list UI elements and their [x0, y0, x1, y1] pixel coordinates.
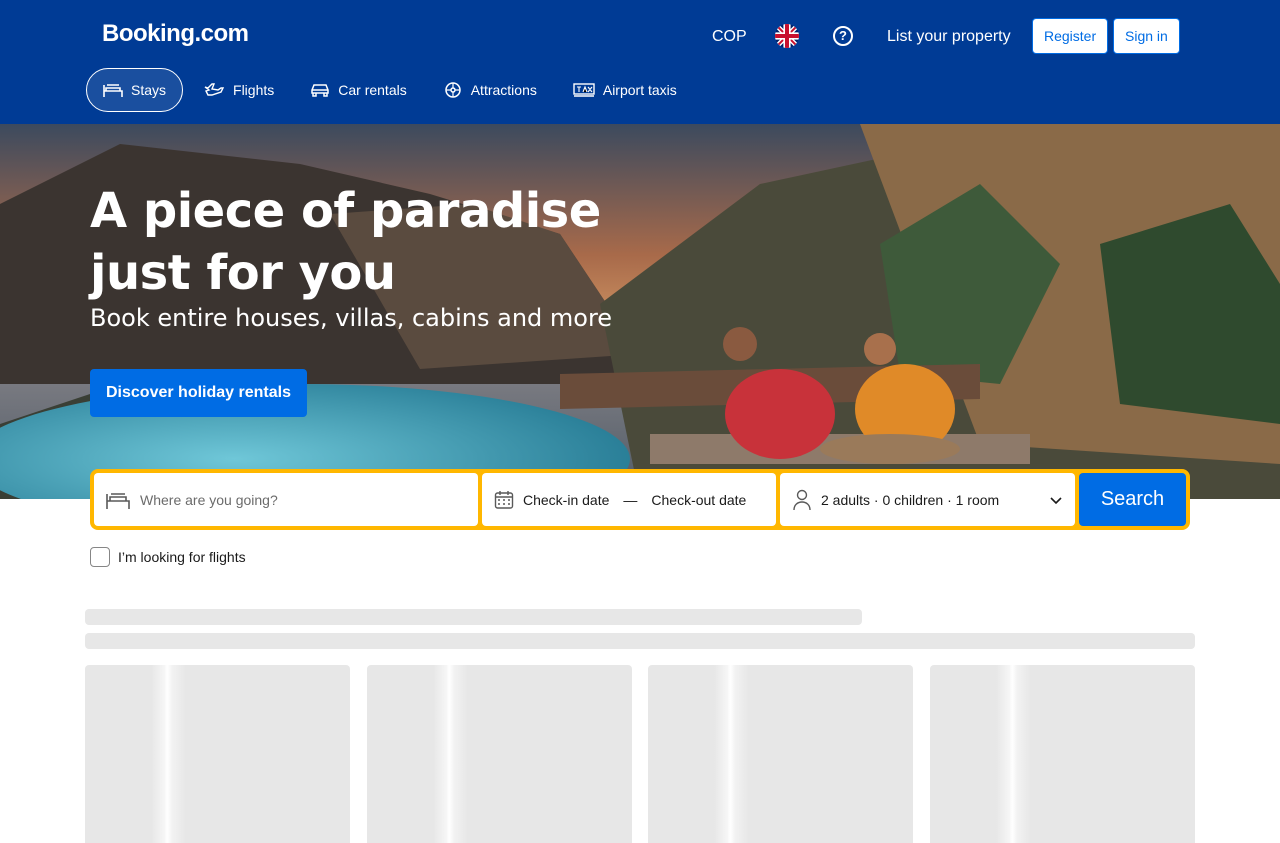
- car-icon: [311, 84, 329, 97]
- destination-field[interactable]: [94, 473, 478, 526]
- flights-checkbox-label: I’m looking for flights: [118, 549, 246, 565]
- uk-flag-icon[interactable]: [775, 24, 799, 48]
- top-header: Booking.com COP ? List your property Reg…: [0, 0, 1280, 124]
- guests-summary: 2 adults · 0 children · 1 room: [821, 491, 1000, 508]
- tab-attractions[interactable]: Attractions: [427, 68, 553, 112]
- question-circle-icon[interactable]: ?: [833, 26, 853, 46]
- hero-banner: A piece of paradise just for you Book en…: [0, 124, 1280, 499]
- loading-skeleton-subtitle: [85, 633, 1195, 649]
- hero-title: A piece of paradise just for you: [90, 183, 601, 301]
- search-button[interactable]: Search: [1079, 473, 1186, 526]
- tab-label: Attractions: [470, 82, 537, 98]
- tab-stays[interactable]: Stays: [86, 68, 184, 112]
- sign-in-button[interactable]: Sign in: [1113, 18, 1180, 54]
- tab-label: Stays: [131, 82, 167, 98]
- search-bar: Check-in date — Check-out date 2 adults …: [90, 469, 1190, 530]
- flights-checkbox[interactable]: [90, 547, 110, 567]
- bed-icon: [106, 492, 130, 509]
- person-icon: [793, 489, 811, 510]
- list-property-link[interactable]: List your property: [887, 28, 1011, 46]
- loading-skeleton-card: [85, 665, 350, 843]
- check-in-date[interactable]: Check-in date: [523, 492, 609, 508]
- attractions-icon: [444, 82, 461, 98]
- chevron-down-icon: [1050, 496, 1062, 504]
- loading-skeleton-card: [930, 665, 1195, 843]
- hero-subtitle: Book entire houses, villas, cabins and m…: [90, 304, 613, 332]
- taxi-icon: [573, 83, 595, 97]
- bed-icon: [103, 84, 123, 97]
- tab-label: Airport taxis: [602, 82, 677, 98]
- product-nav: Stays Flights Car rentals Attractions Ai…: [86, 68, 697, 112]
- loading-skeleton-card: [367, 665, 632, 843]
- tab-label: Flights: [233, 82, 275, 98]
- loading-skeleton-title: [85, 609, 862, 625]
- flights-checkbox-row[interactable]: I’m looking for flights: [90, 547, 246, 567]
- date-separator: —: [623, 491, 638, 508]
- date-picker-field[interactable]: Check-in date — Check-out date: [482, 473, 776, 526]
- tab-airport-taxis[interactable]: Airport taxis: [557, 68, 693, 112]
- destination-input[interactable]: [140, 491, 460, 508]
- currency-selector[interactable]: COP: [712, 28, 747, 46]
- tab-flights[interactable]: Flights: [187, 68, 290, 112]
- booking-logo[interactable]: Booking.com: [102, 20, 249, 48]
- tab-car-rentals[interactable]: Car rentals: [294, 68, 422, 112]
- calendar-icon: [494, 490, 514, 509]
- loading-skeleton-card: [648, 665, 913, 843]
- register-button[interactable]: Register: [1032, 18, 1109, 54]
- tab-label: Car rentals: [338, 82, 407, 98]
- discover-holiday-rentals-button[interactable]: Discover holiday rentals: [90, 369, 307, 417]
- guests-field[interactable]: 2 adults · 0 children · 1 room: [780, 473, 1075, 526]
- plane-icon: [204, 83, 225, 96]
- check-out-date[interactable]: Check-out date: [651, 492, 746, 508]
